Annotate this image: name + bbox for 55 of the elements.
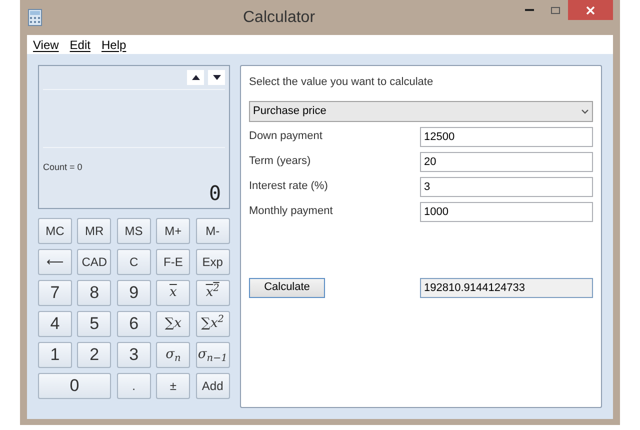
- calculator-key[interactable]: 5: [77, 311, 112, 337]
- calculator-key[interactable]: M+: [156, 218, 190, 244]
- calculator-key[interactable]: 9: [116, 280, 151, 306]
- calculator-key[interactable]: 2: [77, 342, 112, 368]
- calculator-key[interactable]: σ$_{n−1}$: [196, 342, 230, 368]
- calculator-icon: [28, 9, 42, 26]
- calculator-key[interactable]: 3: [116, 342, 151, 368]
- menu-item[interactable]: View: [33, 36, 59, 54]
- scroll-down-button[interactable]: [208, 70, 225, 85]
- calculator-key[interactable]: CAD: [77, 249, 112, 275]
- calculator-key[interactable]: 6: [116, 311, 151, 337]
- input-field[interactable]: 3: [420, 176, 593, 196]
- scroll-up-button[interactable]: [187, 70, 204, 85]
- calculator-key[interactable]: ⟵: [38, 249, 72, 275]
- down-triangle-icon: [212, 75, 220, 80]
- calculator-key[interactable]: σ$_{n}$: [156, 342, 190, 368]
- close-button[interactable]: [568, 0, 613, 20]
- prompt-text: Select the value you want to calculate: [249, 75, 434, 90]
- calculator-key[interactable]: C: [116, 249, 151, 275]
- menu-item[interactable]: Edit: [70, 36, 90, 54]
- input-field[interactable]: 12500: [420, 126, 593, 146]
- result-field[interactable]: 192810.9144124733: [420, 278, 593, 298]
- field-label: Monthly payment: [249, 204, 333, 220]
- calculator-key[interactable]: 0: [38, 373, 111, 399]
- input-field[interactable]: 1000: [420, 202, 593, 222]
- calculator-key[interactable]: .: [116, 373, 151, 399]
- calculator-key[interactable]: ±: [156, 373, 190, 399]
- calculator-key[interactable]: ∑x$^{2}$: [196, 311, 230, 337]
- close-icon: [586, 6, 595, 14]
- calculator-key[interactable]: MS: [116, 218, 151, 244]
- calculator-key[interactable]: M-: [196, 218, 230, 244]
- calculator-key[interactable]: MC: [38, 218, 72, 244]
- calculator-key[interactable]: F-E: [156, 249, 190, 275]
- field-label: Interest rate (%): [249, 179, 328, 194]
- up-triangle-icon: [192, 75, 200, 80]
- chevron-down-icon: [581, 108, 589, 114]
- calculate-button[interactable]: Calculate: [249, 278, 325, 298]
- calculator-key[interactable]: 7: [38, 280, 72, 306]
- calculator-key[interactable]: x$^{2}$: [196, 280, 230, 306]
- calculator-key[interactable]: ∑x: [156, 311, 190, 337]
- calculator-key[interactable]: 4: [38, 311, 72, 337]
- calculator-key[interactable]: 1: [38, 342, 72, 368]
- calculator-key[interactable]: MR: [77, 218, 112, 244]
- value-dropdown[interactable]: Purchase price: [249, 100, 593, 122]
- field-label: Term (years): [249, 154, 311, 170]
- calculator-key[interactable]: 8: [77, 280, 112, 306]
- input-field[interactable]: 20: [420, 152, 593, 172]
- calculator-key[interactable]: Exp: [196, 249, 230, 275]
- menu-item[interactable]: Help: [101, 36, 126, 54]
- calculator-key[interactable]: Add: [196, 373, 230, 399]
- field-label: Down payment: [249, 129, 322, 144]
- calculator-key[interactable]: x: [156, 280, 190, 306]
- display-value: 0: [208, 180, 221, 207]
- window-title: Calculator: [242, 8, 316, 26]
- count-label: Count = 0: [43, 162, 82, 172]
